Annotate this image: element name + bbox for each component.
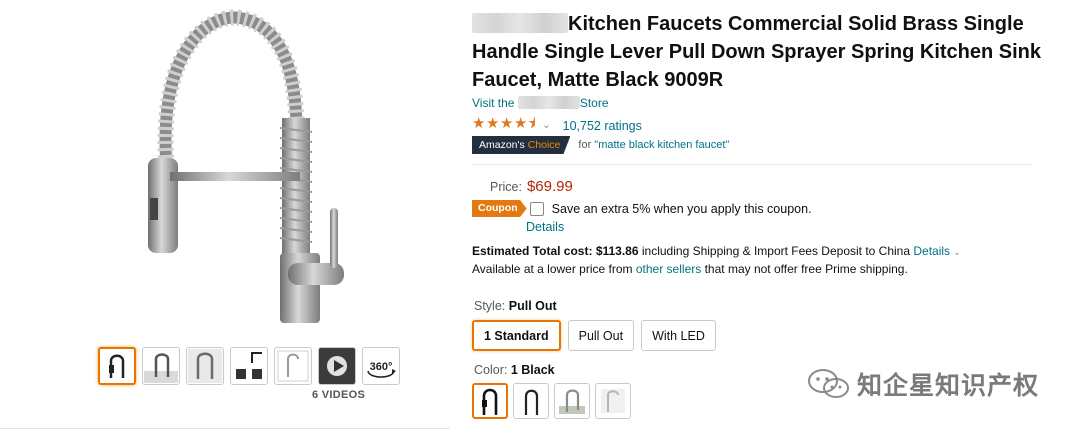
style-option-with-led[interactable]: With LED	[641, 320, 716, 351]
price-value: $69.99	[526, 178, 573, 195]
total-details-link[interactable]: Details	[913, 244, 950, 258]
thumbnail-3[interactable]	[186, 347, 224, 385]
color-swatch-black[interactable]	[472, 383, 508, 419]
label-360: 360°	[370, 361, 393, 373]
thumbnail-360[interactable]: 360°	[362, 347, 400, 385]
product-title: Kitchen Faucets Commercial Solid Brass S…	[472, 10, 1062, 94]
color-swatch-chrome[interactable]	[595, 383, 631, 419]
total-label: Estimated Total cost:	[472, 244, 593, 258]
color-label-text: Color:	[474, 363, 508, 377]
thumbnail-strip: 360°	[98, 347, 400, 385]
lower-price-text-2: that may not offer free Prime shipping.	[704, 262, 908, 276]
store-prefix: Visit the	[472, 96, 515, 110]
thumbnail-5[interactable]	[274, 347, 312, 385]
chevron-down-icon[interactable]: ⌄	[953, 247, 961, 257]
choice-search-term-link[interactable]: "matte black kitchen faucet"	[594, 139, 729, 151]
color-selected: 1 Black	[510, 363, 555, 377]
store-suffix: Store	[579, 96, 609, 110]
chevron-down-icon[interactable]: ⌄	[542, 120, 550, 131]
choice-for-text: for "matte black kitchen faucet"	[578, 139, 729, 151]
style-label: Style: Pull Out	[474, 299, 557, 313]
rating-row: ★★★★⯨ ⌄ 10,752 ratings	[472, 113, 642, 138]
coupon-text[interactable]: Save an extra 5% when you apply this cou…	[552, 202, 812, 216]
choice-badge-word: Choice	[527, 139, 561, 151]
brand-name-redacted	[472, 13, 568, 33]
style-option-standard[interactable]: 1 Standard	[472, 320, 561, 351]
thumbnail-2[interactable]	[142, 347, 180, 385]
style-label-text: Style:	[474, 299, 506, 313]
watermark-text: 知企星知识产权	[857, 372, 1040, 400]
amazons-choice-badge: Amazon's Choice	[472, 136, 571, 154]
total-text: including Shipping & Import Fees Deposit…	[641, 244, 911, 258]
color-swatch-nickel[interactable]	[554, 383, 590, 419]
ratings-count-link[interactable]: 10,752 ratings	[563, 119, 642, 133]
color-label: Color: 1 Black	[474, 363, 555, 377]
coupon-checkbox[interactable]	[529, 201, 544, 216]
image-gallery: 360° 6 VIDEOS	[0, 0, 450, 430]
section-divider	[472, 164, 1032, 165]
watermark: 知企星知识产权	[807, 366, 1039, 402]
coupon-details-link[interactable]: Details	[526, 220, 564, 234]
thumbnail-video[interactable]	[318, 347, 356, 385]
thumbnail-4[interactable]	[230, 347, 268, 385]
thumbnail-1[interactable]	[98, 347, 136, 385]
price-row: Price: $69.99	[490, 178, 573, 195]
choice-badge-brand: Amazon's	[479, 139, 525, 151]
total-amount: $113.86	[595, 244, 639, 258]
amazons-choice-row: Amazon's Choice for "matte black kitchen…	[472, 136, 729, 154]
lower-price-row: Available at a lower price from other se…	[472, 262, 908, 276]
style-options: 1 Standard Pull Out With LED	[472, 320, 716, 351]
gallery-divider	[0, 428, 450, 429]
store-link[interactable]: Visit the Store	[472, 96, 609, 110]
estimated-total-row: Estimated Total cost: $113.86 including …	[472, 244, 961, 258]
store-name-redacted	[517, 96, 580, 109]
lower-price-text-1: Available at a lower price from	[472, 262, 633, 276]
style-option-pull-out[interactable]: Pull Out	[567, 320, 635, 351]
choice-for-label: for	[578, 139, 592, 151]
videos-count-label[interactable]: 6 VIDEOS	[312, 389, 365, 401]
color-swatch-black-2[interactable]	[513, 383, 549, 419]
style-selected: Pull Out	[508, 299, 557, 313]
color-swatches	[472, 383, 631, 419]
main-product-image[interactable]	[120, 8, 360, 328]
other-sellers-link[interactable]: other sellers	[636, 262, 701, 276]
coupon-badge: Coupon	[472, 200, 527, 217]
star-rating-icon[interactable]: ★★★★⯨	[472, 113, 536, 138]
coupon-row: Coupon Save an extra 5% when you apply t…	[472, 200, 812, 217]
price-label: Price:	[490, 180, 522, 194]
wechat-icon	[808, 369, 849, 398]
